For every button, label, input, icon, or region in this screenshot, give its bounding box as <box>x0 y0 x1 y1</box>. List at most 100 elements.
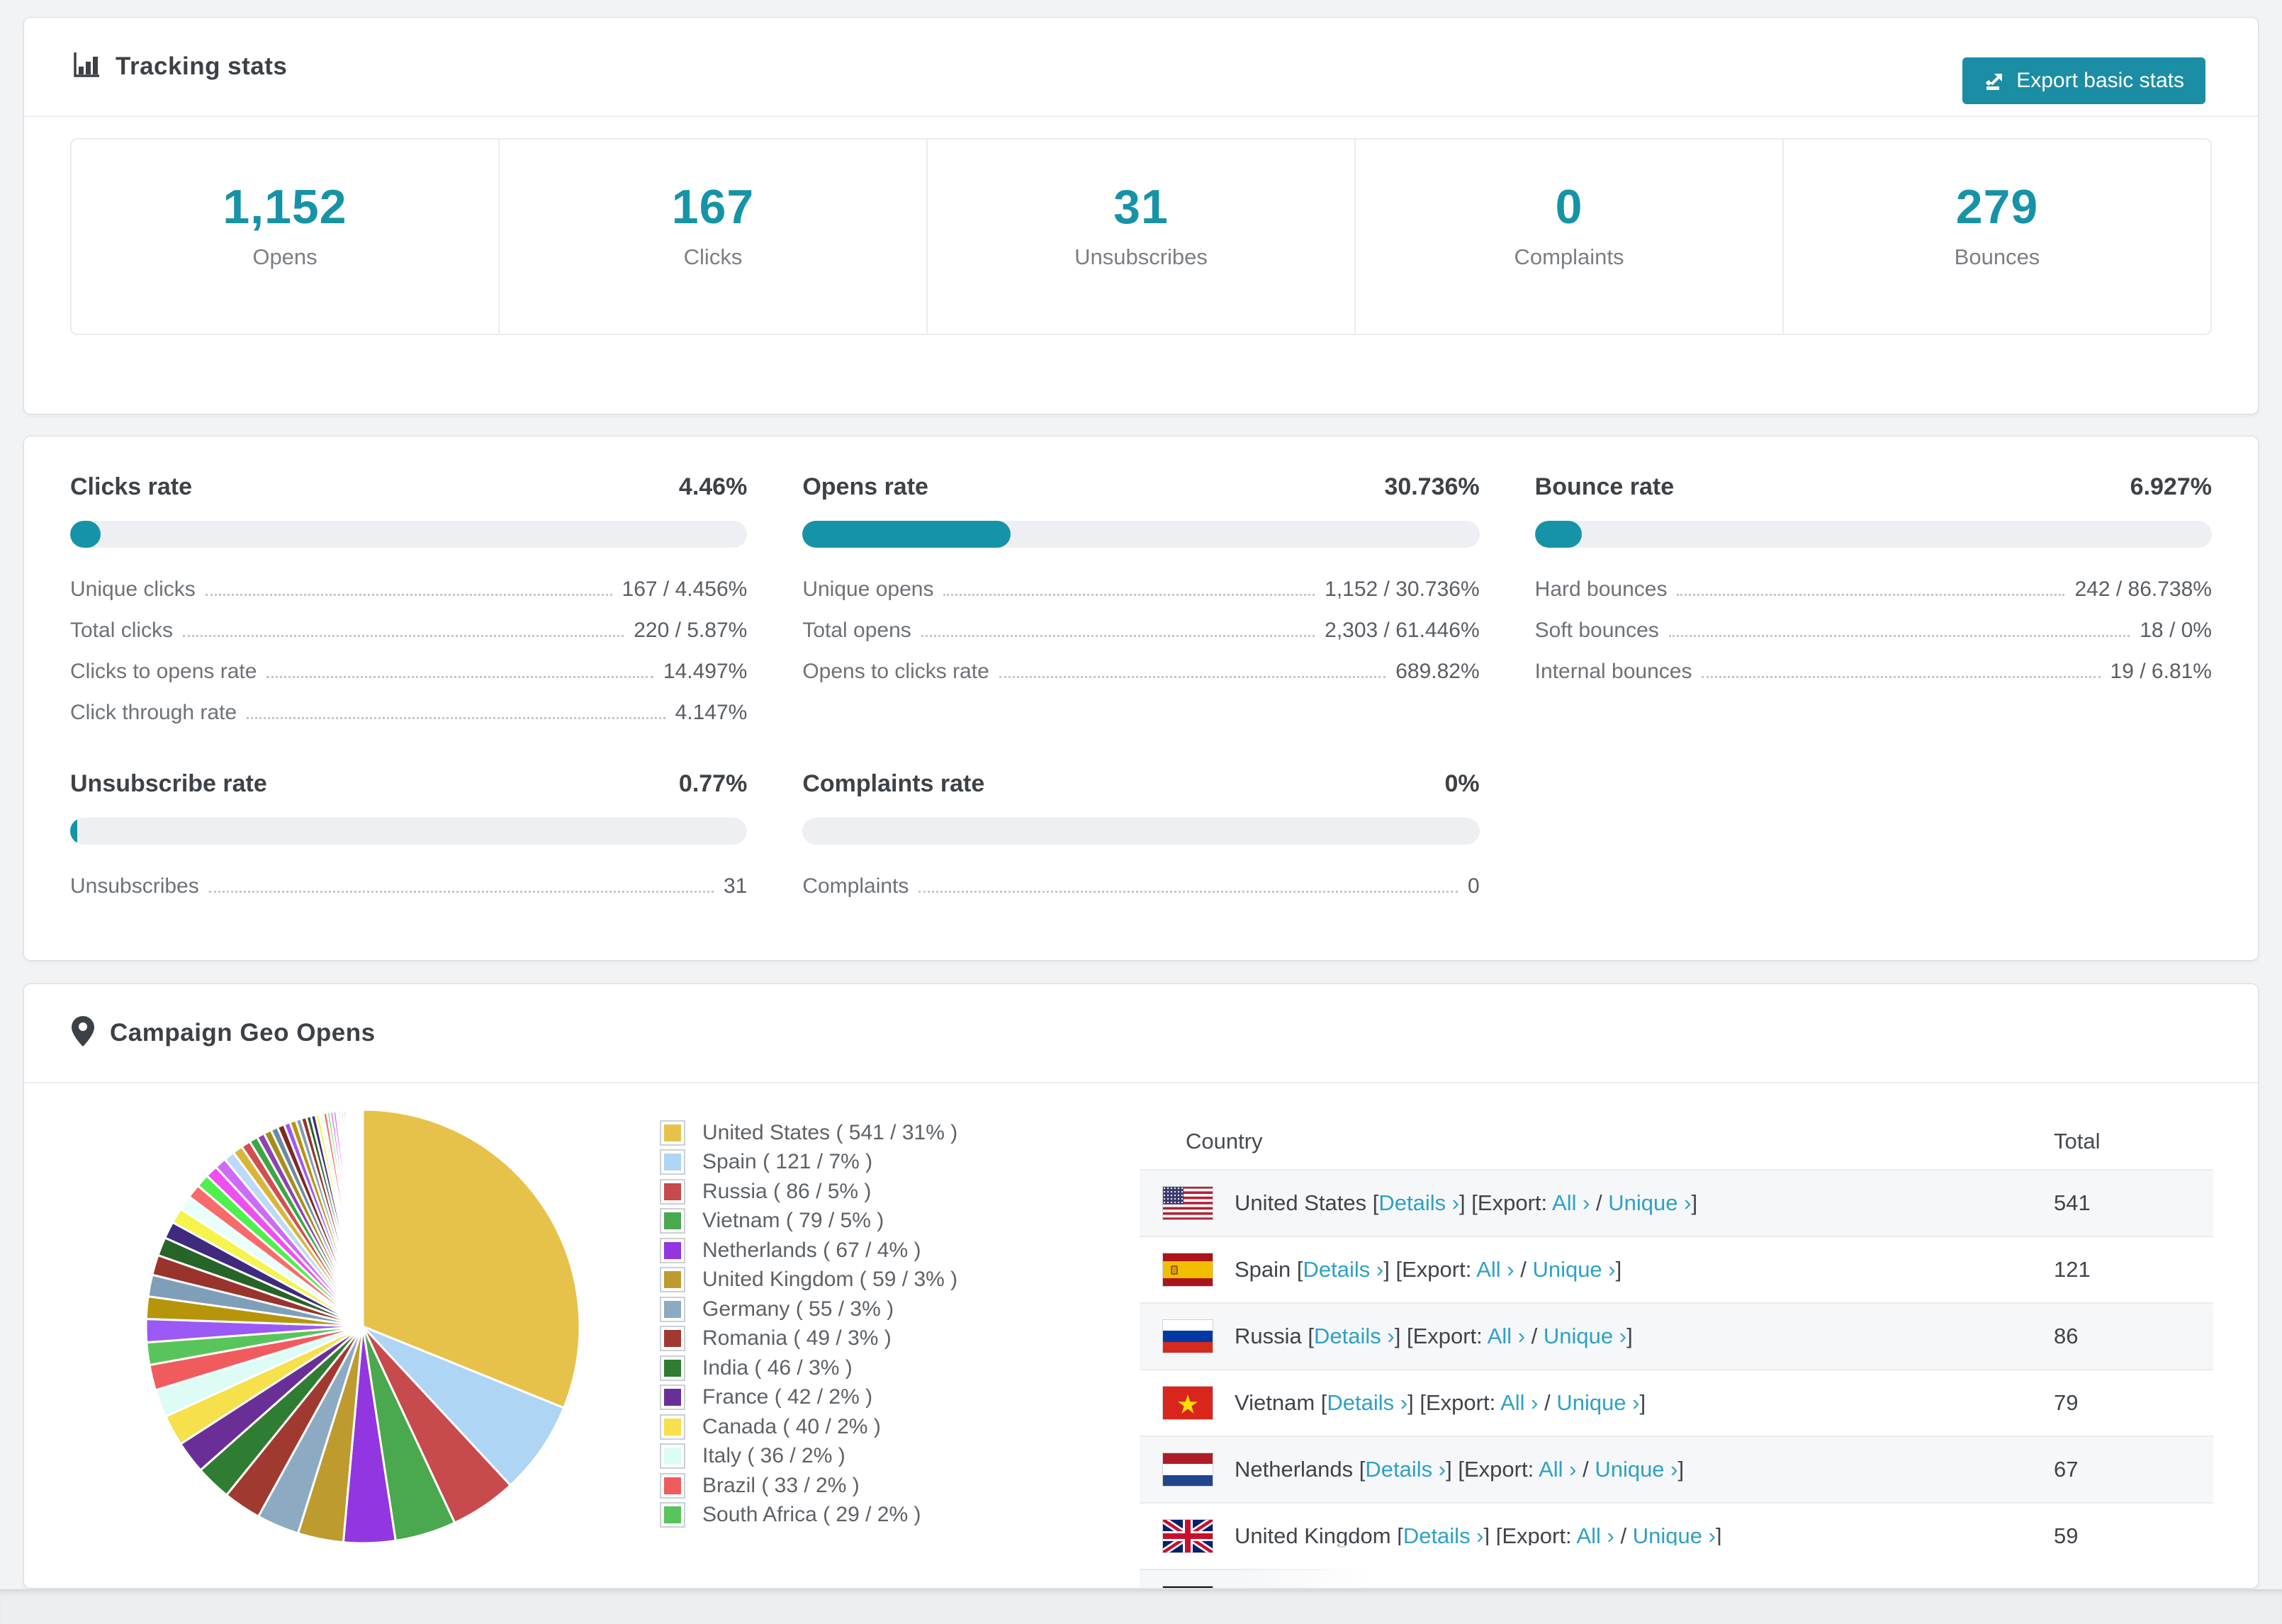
rate-value: 0.77% <box>678 770 748 797</box>
rate-stat-value: 167 / 4.456% <box>622 577 748 601</box>
rate-stat-row: Total opens 2,303 / 61.446% <box>802 619 1479 660</box>
country-cell: Vietnam [Details ›] [Export: All › / Uni… <box>1235 1390 1646 1416</box>
pie-slice-other[interactable] <box>361 1108 364 1327</box>
dotted-leader <box>1702 676 2101 678</box>
stat-tile-bounces: 279 Bounces <box>1784 140 2210 334</box>
rate-stat-row: Complaints 0 <box>802 874 1479 915</box>
country-cell: United States [Details ›] [Export: All ›… <box>1235 1190 1697 1216</box>
export-icon <box>1984 69 2006 92</box>
bracket: ] <box>1615 1257 1622 1282</box>
bracket: ] <box>1459 1190 1472 1215</box>
rate-stat-value: 19 / 6.81% <box>2110 660 2212 683</box>
stat-label: Bounces <box>1954 244 2040 269</box>
page-title: Tracking stats <box>116 52 288 80</box>
rate-block-clicks-rate: Clicks rate 4.46% Unique clicks 167 / 4.456… <box>70 473 748 742</box>
de-flag-icon <box>1162 1586 1213 1588</box>
bar-chart-icon <box>70 50 101 84</box>
table-row-spain: Spain [Details ›] [Export: All › / Uniqu… <box>1140 1236 2213 1302</box>
stat-tile-complaints: 0 Complaints <box>1356 140 1784 334</box>
stats-summary-row: 1,152 Opens 167 Clicks 31 Unsubscribes 0 Compla… <box>70 138 2212 335</box>
rate-stat-value: 0 <box>1467 874 1480 898</box>
details-link[interactable]: Details › <box>1327 1390 1407 1415</box>
rate-block-opens-rate: Opens rate 30.736% Unique opens 1,152 / 30.… <box>802 473 1480 742</box>
slash: / <box>1538 1390 1557 1415</box>
dotted-leader <box>921 635 1315 637</box>
export-basic-stats-button[interactable]: Export basic stats <box>1962 57 2205 104</box>
legend-item-romania[interactable]: Romania ( 49 / 3% ) <box>660 1324 957 1354</box>
legend-item-canada[interactable]: Canada ( 40 / 2% ) <box>660 1412 957 1442</box>
rate-title: Complaints rate <box>802 770 985 797</box>
rate-stat-label: Soft bounces <box>1534 619 1659 642</box>
map-pin-icon <box>70 1015 96 1051</box>
rate-value: 6.927% <box>2130 473 2212 500</box>
export-unique-link[interactable]: Unique › <box>1633 1523 1716 1548</box>
legend-item-netherlands[interactable]: Netherlands ( 67 / 4% ) <box>660 1236 957 1265</box>
bracket: ] <box>1639 1390 1646 1415</box>
ru-flag-icon <box>1162 1319 1213 1353</box>
details-link[interactable]: Details › <box>1314 1324 1395 1348</box>
rate-stat-row: Hard bounces 242 / 86.738% <box>1535 577 2212 619</box>
es-flag-icon <box>1162 1253 1213 1287</box>
details-link[interactable]: Details › <box>1403 1523 1484 1548</box>
rate-value: 0% <box>1444 770 1480 797</box>
total-cell: 67 <box>2054 1457 2079 1482</box>
legend-item-vietnam[interactable]: Vietnam ( 79 / 5% ) <box>660 1207 957 1236</box>
rate-stat-value: 689.82% <box>1395 660 1480 683</box>
export-unique-link[interactable]: Unique › <box>1532 1257 1615 1282</box>
legend-swatch <box>660 1472 685 1499</box>
bracket: ] <box>1383 1257 1396 1282</box>
legend-item-brazil[interactable]: Brazil ( 33 / 2% ) <box>660 1471 957 1501</box>
dotted-leader <box>999 676 1386 678</box>
country-name: Spain <box>1235 1257 1297 1282</box>
rate-stat-label: Total clicks <box>70 619 174 642</box>
legend-item-south-africa[interactable]: South Africa ( 29 / 2% ) <box>660 1501 957 1530</box>
rate-progress-bar <box>802 818 1480 845</box>
rate-stat-row: Click through rate 4.147% <box>70 701 747 742</box>
export-label: Export: <box>1425 1390 1501 1415</box>
export-unique-link[interactable]: Unique › <box>1556 1390 1639 1415</box>
legend-label: Canada ( 40 / 2% ) <box>702 1414 881 1438</box>
export-unique-link[interactable]: Unique › <box>1595 1457 1677 1482</box>
rate-stat-label: Unique clicks <box>70 577 196 601</box>
legend-label: Spain ( 121 / 7% ) <box>702 1150 873 1174</box>
total-cell: 59 <box>2054 1523 2079 1548</box>
legend-item-france[interactable]: France ( 42 / 2% ) <box>660 1383 957 1413</box>
legend-item-russia[interactable]: Russia ( 86 / 5% ) <box>660 1177 957 1207</box>
export-unique-link[interactable]: Unique › <box>1608 1190 1691 1215</box>
geo-header: Campaign Geo Opens <box>24 984 2258 1083</box>
rate-progress-bar <box>70 818 748 845</box>
export-all-link[interactable]: All › <box>1539 1457 1576 1482</box>
legend-item-italy[interactable]: Italy ( 36 / 2% ) <box>660 1442 957 1472</box>
bracket: [ <box>1471 1190 1478 1215</box>
legend-label: Italy ( 36 / 2% ) <box>702 1444 845 1468</box>
rate-stat-value: 4.147% <box>675 701 748 724</box>
export-all-link[interactable]: All › <box>1500 1390 1538 1415</box>
legend-label: France ( 42 / 2% ) <box>702 1385 873 1409</box>
rate-progress-fill <box>70 818 77 845</box>
legend-item-germany[interactable]: Germany ( 55 / 3% ) <box>660 1295 957 1324</box>
legend-item-india[interactable]: India ( 46 / 3% ) <box>660 1353 957 1383</box>
export-all-link[interactable]: All › <box>1488 1324 1525 1348</box>
rate-title: Opens rate <box>802 473 928 500</box>
export-all-link[interactable]: All › <box>1552 1190 1590 1215</box>
bracket: ] <box>1394 1324 1407 1348</box>
legend-item-spain[interactable]: Spain ( 121 / 7% ) <box>660 1148 957 1178</box>
details-link[interactable]: Details › <box>1378 1190 1459 1215</box>
slash: / <box>1614 1523 1633 1548</box>
table-row-netherlands: Netherlands [Details ›] [Export: All › /… <box>1140 1436 2213 1502</box>
bracket: [ <box>1397 1523 1403 1548</box>
rate-stat-row: Unique clicks 167 / 4.456% <box>70 577 747 619</box>
rate-stat-value: 2,303 / 61.446% <box>1325 619 1480 642</box>
export-all-link[interactable]: All › <box>1476 1257 1514 1282</box>
legend-label: Russia ( 86 / 5% ) <box>702 1179 872 1203</box>
details-link[interactable]: Details › <box>1303 1257 1384 1282</box>
details-link[interactable]: Details › <box>1365 1457 1446 1482</box>
export-all-link[interactable]: All › <box>1576 1523 1614 1548</box>
bracket: ] <box>1483 1523 1496 1548</box>
rate-stat-row: Unsubscribes 31 <box>70 874 747 915</box>
export-unique-link[interactable]: Unique › <box>1544 1324 1626 1348</box>
stat-tile-clicks: 167 Clicks <box>500 140 928 334</box>
legend-item-united-states[interactable]: United States ( 541 / 31% ) <box>660 1118 957 1148</box>
legend-item-united-kingdom[interactable]: United Kingdom ( 59 / 3% ) <box>660 1265 957 1295</box>
column-header-total: Total <box>2054 1129 2101 1154</box>
